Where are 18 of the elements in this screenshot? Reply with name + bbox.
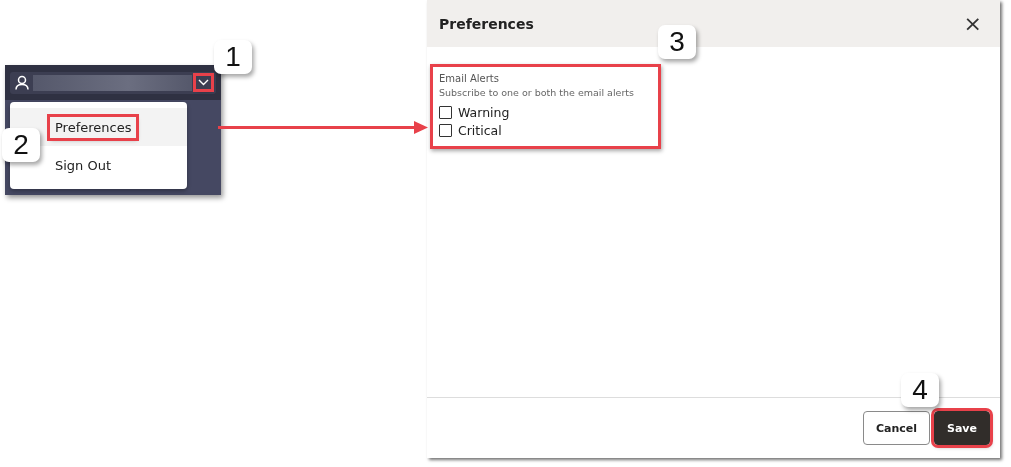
user-icon — [15, 75, 29, 90]
close-button[interactable]: × — [963, 11, 982, 36]
menu-item[interactable]: Sign Out — [50, 154, 117, 176]
checkbox[interactable] — [439, 106, 452, 119]
checkbox[interactable] — [439, 124, 452, 137]
step-number: 2 — [2, 128, 40, 162]
menu-item[interactable]: Preferences — [50, 116, 137, 138]
dialog-title: Preferences — [439, 15, 534, 32]
chevron-down-icon[interactable] — [196, 76, 211, 89]
step-number: 4 — [901, 373, 939, 407]
cancel-button[interactable]: Cancel — [862, 411, 930, 445]
section-title: Email Alerts — [439, 73, 500, 84]
checkbox-label: Critical — [458, 123, 502, 138]
checkbox-label: Warning — [458, 105, 510, 120]
section-description: Subscribe to one or both the email alerts — [439, 87, 635, 98]
step-number: 1 — [214, 40, 252, 74]
save-button[interactable]: Save — [934, 411, 990, 445]
step-number: 3 — [658, 25, 696, 59]
